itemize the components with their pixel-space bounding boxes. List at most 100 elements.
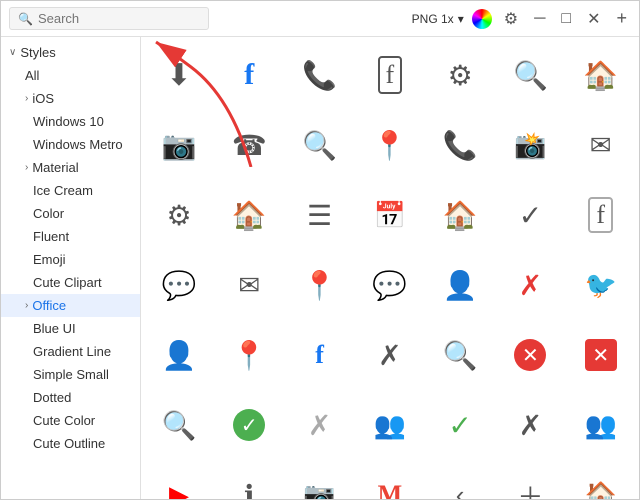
- plus-icon-cell[interactable]: ＋: [496, 461, 564, 499]
- home-icon-cell[interactable]: 🏠: [567, 41, 635, 109]
- sidebar-label: Color: [33, 206, 64, 221]
- close-button[interactable]: ✕: [583, 7, 604, 31]
- close-red-icon-cell[interactable]: ✗: [496, 251, 564, 319]
- close-circle-red-icon-cell[interactable]: ✕: [496, 321, 564, 389]
- location-red-icon-cell[interactable]: 📍: [215, 321, 283, 389]
- sidebar-item-all[interactable]: All: [1, 64, 140, 87]
- user-icon-cell[interactable]: 👤: [426, 251, 494, 319]
- whatsapp-icon-cell[interactable]: 💬: [145, 251, 213, 319]
- sidebar-item-office[interactable]: › Office: [1, 294, 140, 317]
- back-icon-cell[interactable]: ‹: [426, 461, 494, 499]
- sidebar-item-cuteoutline[interactable]: Cute Outline: [1, 432, 140, 455]
- download-icon-cell[interactable]: ⬇: [145, 41, 213, 109]
- sidebar-item-emoji[interactable]: Emoji: [1, 248, 140, 271]
- facebook-icon: f: [244, 58, 254, 92]
- sidebar-item-fluent[interactable]: Fluent: [1, 225, 140, 248]
- sidebar-item-styles[interactable]: ∨ Styles: [1, 41, 140, 64]
- search-input[interactable]: [38, 11, 200, 26]
- whatsapp2-icon-cell[interactable]: 💬: [356, 251, 424, 319]
- instagram2-icon: 📸: [514, 130, 546, 161]
- facebook2-icon-cell[interactable]: f: [356, 41, 424, 109]
- checkmark-icon: ✓: [519, 199, 542, 232]
- close3-icon-cell[interactable]: ✗: [286, 391, 354, 459]
- color-wheel-icon[interactable]: [472, 9, 492, 29]
- sidebar-label: Material: [32, 160, 78, 175]
- gmail-icon-cell[interactable]: M: [356, 461, 424, 499]
- instagram3-icon-cell[interactable]: 📷: [286, 461, 354, 499]
- close4-icon-cell[interactable]: ✗: [496, 391, 564, 459]
- home3-icon-cell[interactable]: 🏠: [426, 181, 494, 249]
- calendar-icon-cell[interactable]: 📅: [356, 181, 424, 249]
- sidebar-item-simplesmall[interactable]: Simple Small: [1, 363, 140, 386]
- checkmark-icon-cell[interactable]: ✓: [496, 181, 564, 249]
- sidebar-item-material[interactable]: › Material: [1, 156, 140, 179]
- maximize-button[interactable]: □: [557, 8, 575, 30]
- facebook4-icon-cell[interactable]: f: [286, 321, 354, 389]
- check-green-icon-cell[interactable]: ✓: [426, 391, 494, 459]
- facebook3-icon-cell[interactable]: f: [567, 181, 635, 249]
- settings-icon-cell[interactable]: ⚙: [426, 41, 494, 109]
- close2-icon-cell[interactable]: ✗: [356, 321, 424, 389]
- home4-icon-cell[interactable]: 🏠: [567, 461, 635, 499]
- home2-icon-cell[interactable]: 🏠: [215, 181, 283, 249]
- phone2-icon-cell[interactable]: ☎: [215, 111, 283, 179]
- home-icon: 🏠: [583, 59, 618, 92]
- search-box[interactable]: 🔍: [9, 7, 209, 30]
- user2-icon: 👤: [162, 339, 197, 372]
- phone-icon-cell[interactable]: 📞: [286, 41, 354, 109]
- youtube-icon-cell[interactable]: ▶: [145, 461, 213, 499]
- check-circle-green-icon-cell[interactable]: ✓: [215, 391, 283, 459]
- settings-button[interactable]: ⚙: [500, 7, 522, 31]
- download-icon: ⬇: [166, 58, 191, 93]
- check-circle-green-icon: ✓: [233, 409, 265, 441]
- sidebar-item-windowsmetro[interactable]: Windows Metro: [1, 133, 140, 156]
- facebook-icon-cell[interactable]: f: [215, 41, 283, 109]
- sidebar-item-gradientline[interactable]: Gradient Line: [1, 340, 140, 363]
- format-selector[interactable]: PNG 1x ▾: [412, 12, 464, 26]
- group-icon-cell[interactable]: 👥: [356, 391, 424, 459]
- icon-grid-container: ⬇ f 📞 f ⚙ 🔍 🏠: [141, 37, 639, 499]
- group2-icon-cell[interactable]: 👥: [567, 391, 635, 459]
- close-sq-red-icon-cell[interactable]: ✕: [567, 321, 635, 389]
- sidebar-item-cuteclipart[interactable]: Cute Clipart: [1, 271, 140, 294]
- phone3-icon-cell[interactable]: 📞: [426, 111, 494, 179]
- search4-icon-cell[interactable]: 🔍: [145, 391, 213, 459]
- whatsapp-icon: 💬: [162, 269, 197, 302]
- search-icon-cell[interactable]: 🔍: [496, 41, 564, 109]
- home2-icon: 🏠: [232, 199, 267, 232]
- location2-icon-cell[interactable]: 📍: [286, 251, 354, 319]
- sidebar-item-dotted[interactable]: Dotted: [1, 386, 140, 409]
- gear2-icon-cell[interactable]: ⚙: [145, 181, 213, 249]
- gmail-icon: M: [378, 480, 403, 499]
- sidebar-label: Ice Cream: [33, 183, 93, 198]
- add-button[interactable]: +: [612, 6, 631, 31]
- search2-icon: 🔍: [302, 129, 337, 162]
- sidebar: ∨ Styles All › iOS Windows 10 Windows Me…: [1, 37, 141, 499]
- search3-icon-cell[interactable]: 🔍: [426, 321, 494, 389]
- user-icon: 👤: [443, 269, 478, 302]
- sidebar-item-ios[interactable]: › iOS: [1, 87, 140, 110]
- sidebar-item-windows10[interactable]: Windows 10: [1, 110, 140, 133]
- twitter-icon-cell[interactable]: 🐦: [567, 251, 635, 319]
- menu-icon-cell[interactable]: ☰: [286, 181, 354, 249]
- main-content: ∨ Styles All › iOS Windows 10 Windows Me…: [1, 37, 639, 499]
- location-icon-cell[interactable]: 📍: [356, 111, 424, 179]
- sidebar-item-color[interactable]: Color: [1, 202, 140, 225]
- sidebar-item-cutecolor[interactable]: Cute Color: [1, 409, 140, 432]
- sidebar-item-blueui[interactable]: Blue UI: [1, 317, 140, 340]
- info-icon: ℹ: [244, 479, 255, 500]
- sidebar-label: Styles: [20, 45, 55, 60]
- user2-icon-cell[interactable]: 👤: [145, 321, 213, 389]
- sidebar-label: All: [25, 68, 39, 83]
- gear2-icon: ⚙: [166, 199, 191, 232]
- sidebar-item-icecream[interactable]: Ice Cream: [1, 179, 140, 202]
- info-icon-cell[interactable]: ℹ: [215, 461, 283, 499]
- instagram-icon-cell[interactable]: 📷: [145, 111, 213, 179]
- email2-icon-cell[interactable]: ✉: [215, 251, 283, 319]
- search2-icon-cell[interactable]: 🔍: [286, 111, 354, 179]
- email-icon-cell[interactable]: ✉: [567, 111, 635, 179]
- instagram2-icon-cell[interactable]: 📸: [496, 111, 564, 179]
- back-icon: ‹: [456, 480, 465, 500]
- sidebar-label: Office: [32, 298, 66, 313]
- minimize-button[interactable]: ─: [530, 8, 549, 30]
